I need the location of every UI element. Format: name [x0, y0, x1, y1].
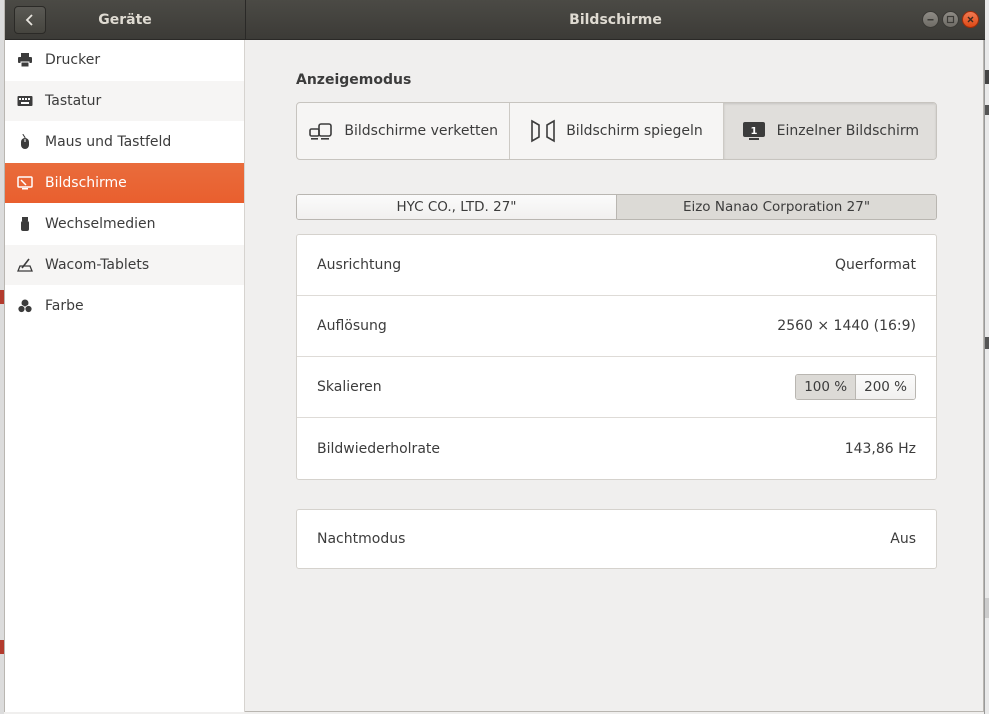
mouse-icon	[17, 134, 33, 150]
sidebar-item-tastatur[interactable]: Tastatur	[5, 81, 244, 122]
monitor-tab-eizo[interactable]: Eizo Nanao Corporation 27"	[616, 195, 936, 219]
close-button[interactable]	[962, 11, 979, 28]
orientation-value: Querformat	[835, 257, 916, 273]
resolution-label: Auflösung	[317, 318, 387, 334]
sidebar-item-label: Maus und Tastfeld	[45, 134, 172, 150]
background-mark	[985, 337, 989, 349]
printer-icon	[17, 52, 33, 68]
display-mode-selector: Bildschirme verketten Bildschirm spiegel…	[296, 102, 937, 160]
sidebar: Drucker Tastatur Maus und Tastfeld Bilds…	[5, 40, 245, 712]
page-title: Bildschirme	[569, 12, 662, 28]
tablet-icon	[17, 257, 33, 273]
minimize-icon	[927, 19, 934, 21]
night-mode-label: Nachtmodus	[317, 531, 406, 547]
background-mark	[985, 70, 989, 84]
mirror-display-icon	[531, 119, 556, 143]
svg-text:1: 1	[750, 126, 757, 137]
night-mode-box: Nachtmodus Aus	[296, 509, 937, 569]
resolution-row[interactable]: Auflösung 2560 × 1440 (16:9)	[297, 296, 936, 357]
scale-selector: 100 % 200 %	[795, 374, 916, 400]
background-mark	[985, 105, 989, 115]
sidebar-item-label: Bildschirme	[45, 175, 127, 191]
mode-label: Einzelner Bildschirm	[776, 123, 919, 139]
sidebar-item-label: Wechselmedien	[45, 216, 156, 232]
display-settings-list: Ausrichtung Querformat Auflösung 2560 × …	[296, 234, 937, 480]
mode-mirror-display-button[interactable]: Bildschirm spiegeln	[510, 103, 724, 159]
mode-join-displays-button[interactable]: Bildschirme verketten	[297, 103, 511, 159]
sidebar-item-farbe[interactable]: Farbe	[5, 286, 244, 327]
monitor-selector: HYC CO., LTD. 27" Eizo Nanao Corporation…	[296, 194, 937, 220]
maximize-button[interactable]	[942, 11, 959, 28]
usb-icon	[17, 216, 33, 232]
refresh-rate-value: 143,86 Hz	[844, 440, 916, 457]
chevron-left-icon	[25, 14, 33, 26]
scale-200-button[interactable]: 200 %	[856, 375, 915, 399]
sidebar-item-maus-und-tastfeld[interactable]: Maus und Tastfeld	[5, 122, 244, 163]
mode-label: Bildschirm spiegeln	[566, 123, 703, 139]
monitor-tab-hyc[interactable]: HYC CO., LTD. 27"	[297, 195, 616, 219]
orientation-label: Ausrichtung	[317, 257, 402, 273]
settings-window: Geräte Bildschirme Drucker Tastatur Maus…	[4, 0, 985, 712]
maximize-icon	[946, 15, 955, 24]
orientation-row[interactable]: Ausrichtung Querformat	[297, 235, 936, 296]
scale-row: Skalieren 100 % 200 %	[297, 357, 936, 418]
sidebar-item-bildschirme[interactable]: Bildschirme	[5, 163, 244, 204]
background-mark	[985, 598, 989, 618]
header-bar: Geräte Bildschirme	[5, 0, 985, 40]
scale-100-button[interactable]: 100 %	[796, 375, 857, 399]
sidebar-item-wacom-tablets[interactable]: Wacom-Tablets	[5, 245, 244, 286]
keyboard-icon	[17, 93, 33, 109]
sidebar-item-label: Tastatur	[45, 93, 102, 109]
refresh-rate-row[interactable]: Bildwiederholrate 143,86 Hz	[297, 418, 936, 479]
sidebar-item-wechselmedien[interactable]: Wechselmedien	[5, 204, 244, 245]
display-icon	[17, 175, 33, 191]
mode-label: Bildschirme verketten	[344, 123, 498, 139]
color-icon	[17, 298, 33, 314]
sidebar-item-label: Drucker	[45, 52, 101, 68]
single-display-icon: 1	[742, 122, 765, 140]
main-content: Anzeigemodus Bildschirme verketten Bilds…	[246, 40, 985, 712]
resolution-value: 2560 × 1440 (16:9)	[777, 318, 916, 334]
window-controls	[922, 11, 979, 28]
sidebar-item-label: Farbe	[45, 298, 84, 314]
display-mode-heading: Anzeigemodus	[296, 72, 412, 88]
sidebar-item-drucker[interactable]: Drucker	[5, 40, 244, 81]
scale-label: Skalieren	[317, 379, 382, 395]
minimize-button[interactable]	[922, 11, 939, 28]
night-mode-value: Aus	[890, 531, 916, 547]
mode-single-display-button[interactable]: 1 Einzelner Bildschirm	[723, 103, 936, 159]
night-mode-row[interactable]: Nachtmodus Aus	[297, 510, 936, 568]
refresh-rate-label: Bildwiederholrate	[317, 440, 440, 457]
back-button[interactable]	[14, 6, 46, 34]
join-displays-icon	[309, 123, 333, 140]
close-icon	[967, 16, 974, 23]
sidebar-item-label: Wacom-Tablets	[45, 257, 150, 273]
